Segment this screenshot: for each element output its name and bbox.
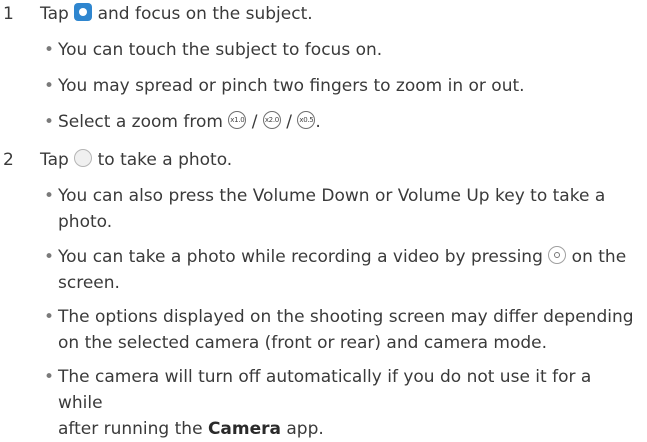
bullet-dot: • [44, 247, 55, 267]
bullet-dot: • [44, 76, 55, 96]
zoom-1x-icon: x1.0 [228, 111, 247, 129]
zoom-05x-icon: x0.5 [297, 111, 316, 129]
manual-page: 1 Tap and focus on the subject. • You ca… [0, 0, 647, 439]
shutter-button-icon [74, 149, 93, 167]
bullet-dot: • [44, 186, 55, 206]
app-name: Camera [207, 419, 281, 439]
step-number: 2 [3, 150, 14, 170]
bullet-dot: • [44, 307, 55, 327]
bullet-dot: • [44, 40, 55, 60]
bullet-dot: • [44, 112, 55, 132]
snapshot-camera-icon [548, 246, 567, 264]
step-number: 1 [3, 4, 14, 24]
bullet-dot: • [44, 367, 55, 387]
step-text: Tap and focus on the subject. [40, 3, 313, 24]
camera-mode-icon [74, 3, 93, 21]
zoom-2x-icon: x2.0 [262, 111, 281, 129]
step-text: Tap to take a photo. [40, 149, 233, 170]
